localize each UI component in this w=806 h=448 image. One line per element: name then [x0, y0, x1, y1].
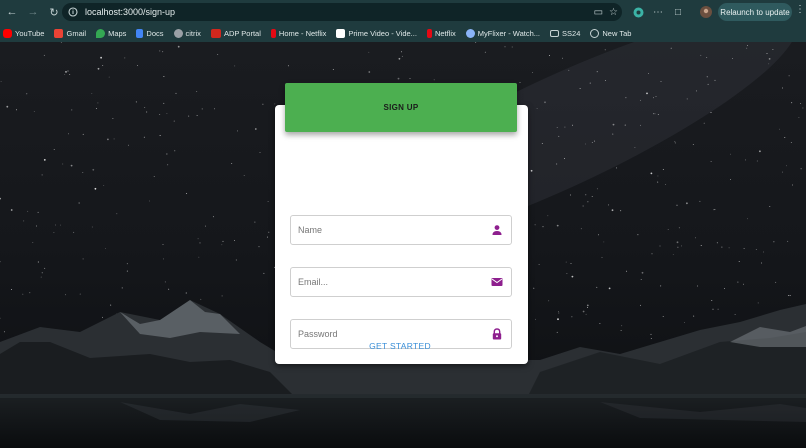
globe-icon	[590, 28, 600, 38]
folder-icon	[550, 29, 560, 37]
bookmark-myflixer[interactable]: MyFlixer - Watch...	[465, 24, 540, 42]
bookmark-maps[interactable]: Maps	[96, 24, 126, 42]
puzzle-icon[interactable]: □	[670, 4, 686, 20]
lock-icon	[492, 328, 502, 340]
bookmark-folder-ss24[interactable]: SS24	[550, 24, 580, 42]
prime-video-icon	[336, 28, 346, 38]
get-started-button[interactable]: GET STARTED	[350, 338, 450, 354]
maps-icon	[96, 28, 106, 38]
bookmark-home-netflix[interactable]: Home - Netflix	[270, 24, 326, 42]
bookmark-adp-portal[interactable]: ADP Portal	[210, 24, 261, 42]
bookmark-netflix[interactable]: Netflix	[426, 24, 456, 42]
bookmark-youtube[interactable]: YouTube	[3, 24, 44, 42]
profile-avatar[interactable]	[698, 4, 714, 20]
bookmark-new-tab[interactable]: New Tab	[590, 24, 631, 42]
mail-icon	[491, 278, 503, 286]
bookmark-citrix[interactable]: citrix	[173, 24, 201, 42]
email-field[interactable]	[290, 267, 512, 297]
browser-menu-icon[interactable]: ⋮	[795, 4, 805, 15]
bookmark-prime-video[interactable]: Prime Video - Vide...	[336, 24, 417, 42]
address-bar[interactable]: localhost:3000/sign-up ▭ ☆	[62, 3, 622, 21]
name-field[interactable]	[290, 215, 512, 245]
bookmark-star-icon[interactable]: ☆	[609, 7, 618, 18]
bookmark-docs[interactable]: Docs	[136, 24, 164, 42]
reload-icon[interactable]: ↻	[45, 3, 63, 21]
extension-icon[interactable]	[630, 4, 646, 20]
netflix-icon	[270, 28, 276, 38]
forward-icon[interactable]: →	[24, 3, 42, 21]
name-input[interactable]	[298, 216, 488, 244]
cast-icon[interactable]: ▭	[594, 7, 603, 18]
docs-icon	[136, 28, 144, 38]
netflix-icon	[426, 28, 432, 38]
extension-menu-icon[interactable]: ⋯	[650, 4, 666, 20]
bookmark-gmail[interactable]: Gmail	[54, 24, 86, 42]
person-icon	[492, 225, 502, 235]
adp-icon	[210, 28, 221, 38]
back-icon[interactable]: ←	[3, 3, 21, 21]
citrix-icon	[173, 28, 183, 38]
email-input[interactable]	[298, 268, 488, 296]
signup-card-header: SIGN UP	[285, 83, 517, 132]
url-text[interactable]: localhost:3000/sign-up	[85, 7, 175, 17]
globe-icon	[465, 28, 475, 38]
site-info-icon[interactable]	[66, 5, 80, 19]
bookmarks-bar: YouTube Gmail Maps Docs citrix ADP Porta…	[0, 24, 806, 42]
gmail-icon	[54, 28, 64, 38]
relaunch-button[interactable]: Relaunch to update	[718, 3, 792, 21]
youtube-icon	[3, 28, 12, 38]
signup-title: SIGN UP	[383, 103, 419, 112]
